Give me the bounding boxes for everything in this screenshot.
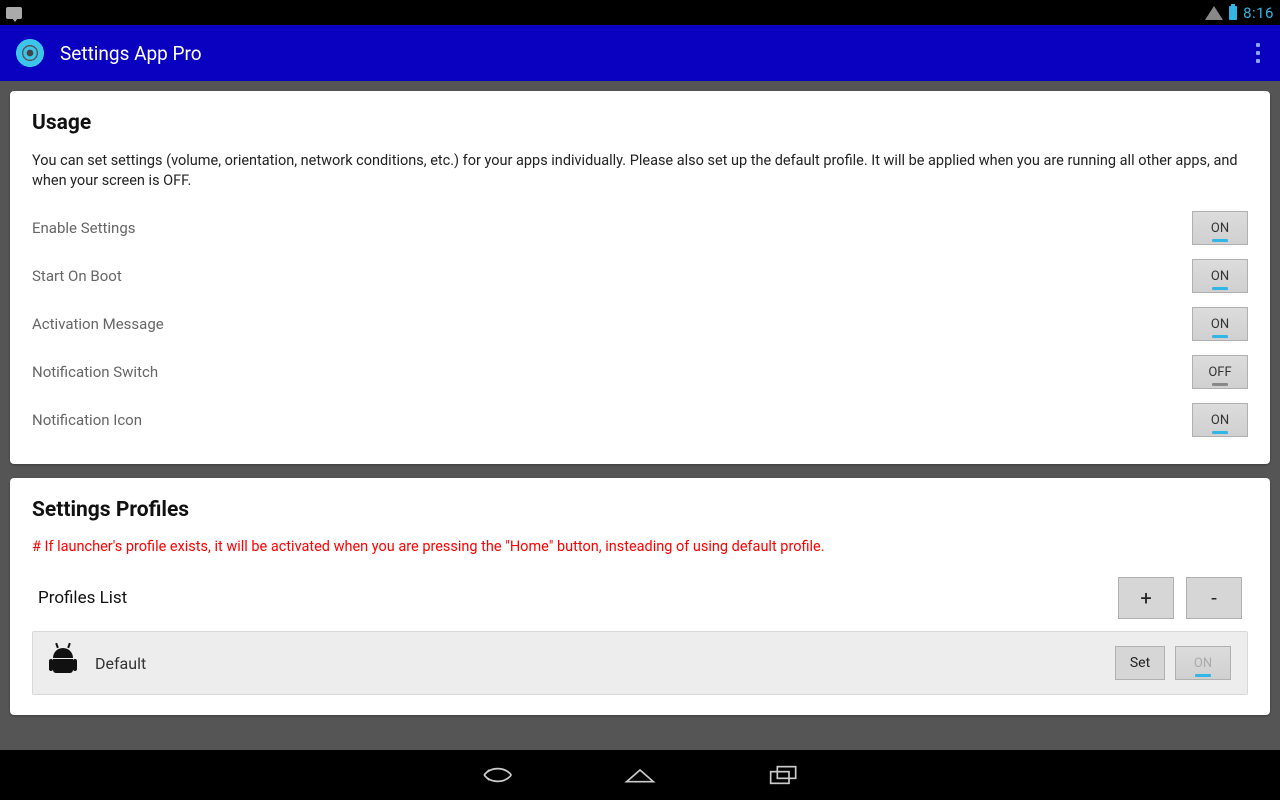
status-bar: 8:16 <box>0 0 1280 25</box>
usage-description: You can set settings (volume, orientatio… <box>32 151 1248 190</box>
setting-row-activation-message: Activation Message ON <box>32 300 1248 348</box>
toggle-enable-settings[interactable]: ON <box>1192 211 1248 245</box>
overflow-menu-button[interactable] <box>1250 37 1266 69</box>
toggle-start-on-boot[interactable]: ON <box>1192 259 1248 293</box>
status-clock: 8:16 <box>1243 4 1274 22</box>
usage-heading: Usage <box>32 111 1248 135</box>
app-title: Settings App Pro <box>60 42 202 65</box>
recent-apps-button[interactable] <box>767 762 801 788</box>
setting-label: Notification Switch <box>32 363 158 381</box>
profiles-list-label: Profiles List <box>38 588 127 608</box>
setting-label: Enable Settings <box>32 219 135 237</box>
notification-indicator-icon <box>6 7 22 19</box>
toggle-notification-switch[interactable]: OFF <box>1192 355 1248 389</box>
navigation-bar <box>0 750 1280 800</box>
gear-icon <box>20 43 40 63</box>
setting-row-enable-settings: Enable Settings ON <box>32 204 1248 252</box>
wifi-icon <box>1205 6 1223 20</box>
battery-icon <box>1229 6 1237 20</box>
android-icon <box>49 648 77 678</box>
toggle-notification-icon[interactable]: ON <box>1192 403 1248 437</box>
profile-item-default[interactable]: Default Set ON <box>32 631 1248 695</box>
add-profile-button[interactable]: + <box>1118 577 1174 619</box>
profile-on-toggle[interactable]: ON <box>1175 646 1231 680</box>
profiles-list-header: Profiles List + - <box>32 573 1248 631</box>
profiles-heading: Settings Profiles <box>32 498 1248 522</box>
app-icon <box>14 37 46 69</box>
setting-label: Start On Boot <box>32 267 122 285</box>
setting-row-notification-icon: Notification Icon ON <box>32 396 1248 444</box>
setting-label: Activation Message <box>32 315 164 333</box>
toggle-activation-message[interactable]: ON <box>1192 307 1248 341</box>
setting-label: Notification Icon <box>32 411 142 429</box>
usage-card: Usage You can set settings (volume, orie… <box>10 91 1270 464</box>
setting-row-start-on-boot: Start On Boot ON <box>32 252 1248 300</box>
action-bar: Settings App Pro <box>0 25 1280 81</box>
profile-set-button[interactable]: Set <box>1115 646 1165 680</box>
setting-row-notification-switch: Notification Switch OFF <box>32 348 1248 396</box>
remove-profile-button[interactable]: - <box>1186 577 1242 619</box>
back-button[interactable] <box>479 762 513 788</box>
profiles-note: # If launcher's profile exists, it will … <box>32 538 1248 555</box>
content-area: Usage You can set settings (volume, orie… <box>0 81 1280 750</box>
profile-name: Default <box>95 654 146 673</box>
profiles-card: Settings Profiles # If launcher's profil… <box>10 478 1270 715</box>
home-button[interactable] <box>623 762 657 788</box>
